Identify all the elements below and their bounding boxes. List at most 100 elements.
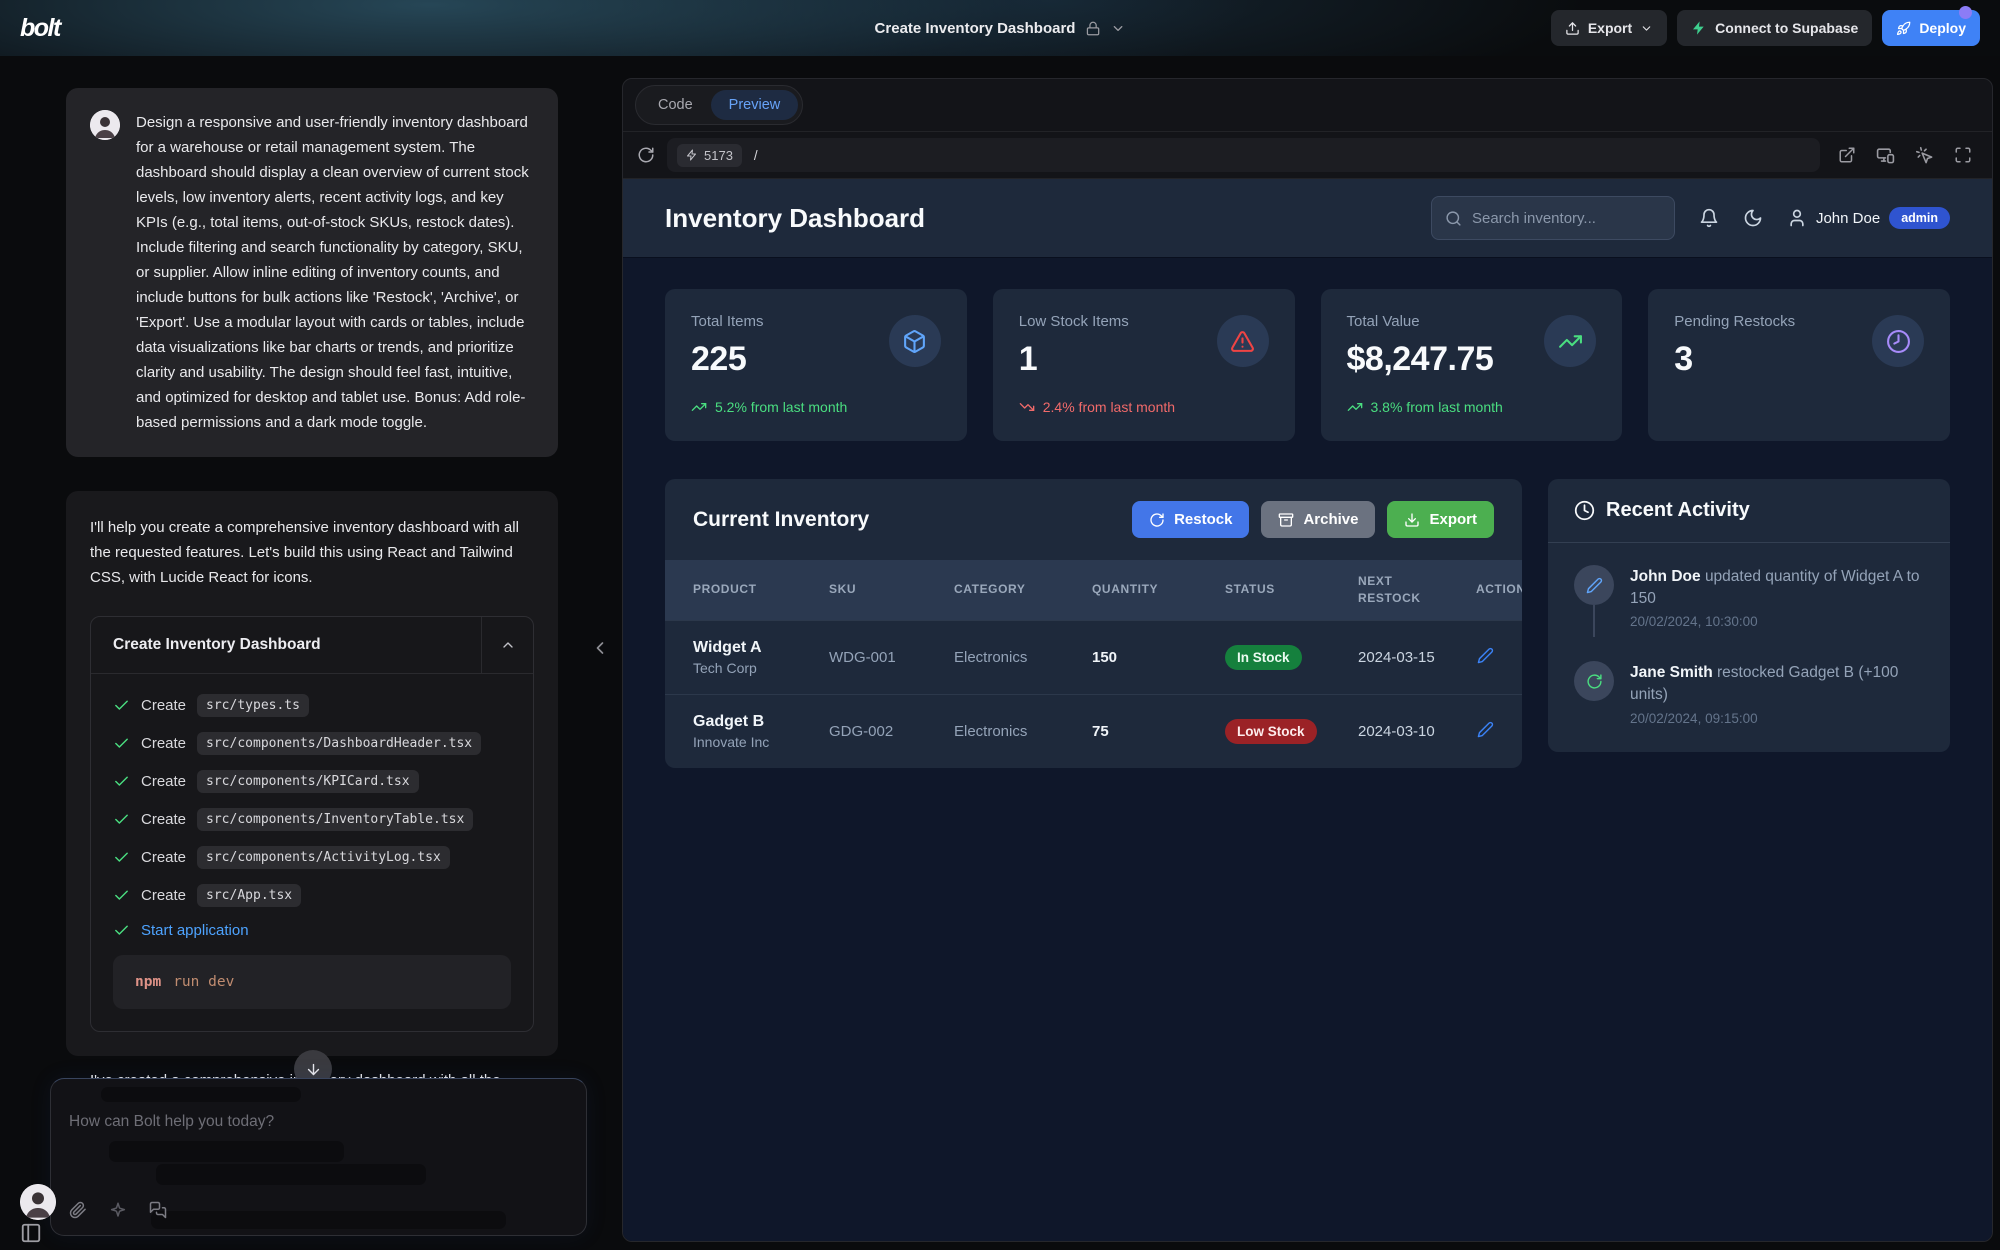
assistant-intro-text: I'll help you create a comprehensive inv…	[90, 515, 534, 590]
product-quantity[interactable]: 150	[1092, 649, 1217, 666]
rocket-icon	[1896, 21, 1911, 36]
tab-code[interactable]: Code	[640, 90, 711, 120]
check-icon	[113, 735, 130, 752]
account-avatar[interactable]	[20, 1184, 56, 1220]
activity-time: 20/02/2024, 09:15:00	[1630, 711, 1924, 726]
sidebar-toggle-icon[interactable]	[20, 1222, 42, 1244]
inventory-table-card: Current Inventory Restock Archive	[665, 479, 1522, 768]
step-action: Create	[141, 735, 186, 752]
step-action: Create	[141, 849, 186, 866]
artifact-card: Create Inventory Dashboard Create src/ty…	[90, 616, 534, 1032]
discuss-mode-icon[interactable]	[149, 1201, 167, 1219]
step-item-start-application: Start application	[113, 922, 511, 939]
bolt-logo[interactable]: bolt	[20, 14, 60, 43]
trending-up-icon	[1347, 399, 1363, 415]
kpi-value: 225	[691, 340, 764, 379]
activity-title: Recent Activity	[1606, 499, 1750, 522]
chevron-down-icon	[1640, 22, 1653, 35]
column-quantity: Quantity	[1092, 581, 1217, 598]
kpi-label: Total Items	[691, 313, 764, 330]
project-title-menu[interactable]: Create Inventory Dashboard	[875, 0, 1126, 56]
product-name: Gadget B	[693, 713, 821, 731]
bolt-app: bolt Create Inventory Dashboard Export C…	[0, 0, 2000, 1250]
step-item: Create src/components/ActivityLog.tsx	[113, 846, 511, 869]
chat-input-box[interactable]: How can Bolt help you today?	[50, 1078, 587, 1236]
kpi-cards: Total Items 225 5.2% from last month	[665, 289, 1950, 441]
package-icon	[889, 315, 941, 367]
supabase-icon	[1691, 20, 1707, 36]
terminal-cmd: npm	[135, 974, 161, 990]
collapse-chat-button[interactable]	[590, 638, 610, 658]
artifact-title: Create Inventory Dashboard	[91, 617, 481, 673]
clock-icon	[1574, 500, 1595, 521]
column-category: Category	[954, 581, 1084, 598]
kpi-value: 1	[1019, 340, 1129, 379]
export-button[interactable]: Export	[1551, 10, 1667, 46]
trending-down-icon	[1019, 399, 1035, 415]
step-file[interactable]: src/App.tsx	[197, 884, 301, 907]
check-icon	[113, 887, 130, 904]
dark-mode-toggle-icon[interactable]	[1743, 208, 1763, 228]
user-menu[interactable]: John Doe admin	[1787, 207, 1950, 229]
fullscreen-icon[interactable]	[1954, 146, 1972, 164]
table-row[interactable]: Gadget B Innovate Inc GDG-002 Electronic…	[665, 694, 1522, 768]
pencil-icon	[1574, 565, 1614, 605]
column-sku: SKU	[829, 581, 946, 598]
step-file[interactable]: src/components/KPICard.tsx	[197, 770, 419, 793]
enhance-prompt-icon[interactable]	[109, 1201, 127, 1219]
chevron-down-icon	[1110, 21, 1125, 36]
attach-file-icon[interactable]	[69, 1201, 87, 1219]
export-csv-button[interactable]: Export	[1387, 501, 1494, 538]
role-badge: admin	[1889, 207, 1950, 229]
chat-input-placeholder: How can Bolt help you today?	[69, 1113, 568, 1131]
product-quantity[interactable]: 75	[1092, 723, 1217, 740]
inspector-icon[interactable]	[1915, 146, 1934, 165]
table-row[interactable]: Widget A Tech Corp WDG-001 Electronics 1…	[665, 620, 1522, 694]
kpi-change-text: 3.8% from last month	[1371, 399, 1503, 415]
open-in-new-tab-icon[interactable]	[1838, 146, 1856, 164]
port-selector[interactable]: 5173	[677, 144, 742, 167]
step-file[interactable]: src/types.ts	[197, 694, 309, 717]
step-file[interactable]: src/components/ActivityLog.tsx	[197, 846, 450, 869]
restock-button[interactable]: Restock	[1132, 501, 1249, 538]
archive-button[interactable]: Archive	[1261, 501, 1375, 538]
device-preview-icon[interactable]	[1876, 146, 1895, 165]
user-icon	[1787, 208, 1807, 228]
restock-label: Restock	[1174, 511, 1232, 528]
tab-preview[interactable]: Preview	[711, 90, 799, 120]
zap-icon	[686, 149, 698, 161]
export-label: Export	[1588, 20, 1632, 36]
port-number: 5173	[704, 148, 733, 163]
refresh-icon	[1574, 661, 1614, 701]
dashboard-content: Total Items 225 5.2% from last month	[623, 257, 1992, 1241]
upload-icon	[1565, 21, 1580, 36]
archive-label: Archive	[1303, 511, 1358, 528]
kpi-low-stock: Low Stock Items 1 2.4% from last month	[993, 289, 1295, 441]
start-application-link[interactable]: Start application	[141, 922, 249, 939]
column-next-restock: Next Restock	[1358, 573, 1436, 607]
url-input[interactable]: 5173 /	[667, 138, 1820, 172]
step-action: Create	[141, 697, 186, 714]
bell-icon[interactable]	[1699, 208, 1719, 228]
search-icon	[1445, 210, 1462, 227]
kpi-label: Low Stock Items	[1019, 313, 1129, 330]
check-icon	[113, 849, 130, 866]
step-file[interactable]: src/components/DashboardHeader.tsx	[197, 732, 481, 755]
kpi-total-value: Total Value $8,247.75 3.8% from last mon…	[1321, 289, 1623, 441]
refresh-icon[interactable]	[637, 146, 655, 164]
step-item: Create src/App.tsx	[113, 884, 511, 907]
search-input[interactable]: Search inventory...	[1431, 196, 1675, 240]
user-avatar	[90, 110, 120, 140]
connect-supabase-button[interactable]: Connect to Supabase	[1677, 10, 1872, 46]
artifact-collapse-button[interactable]	[481, 617, 533, 673]
kpi-change-text: 5.2% from last month	[715, 399, 847, 415]
step-action: Create	[141, 773, 186, 790]
edit-row-icon[interactable]	[1477, 721, 1494, 738]
export-label: Export	[1429, 511, 1477, 528]
dashboard-header: Inventory Dashboard Search inventory... …	[623, 179, 1992, 257]
edit-row-icon[interactable]	[1477, 647, 1494, 664]
activity-user: John Doe	[1630, 568, 1701, 585]
recent-activity-card: Recent Activity John Doe updated quantit…	[1548, 479, 1950, 752]
product-category: Electronics	[954, 723, 1084, 740]
step-file[interactable]: src/components/InventoryTable.tsx	[197, 808, 473, 831]
